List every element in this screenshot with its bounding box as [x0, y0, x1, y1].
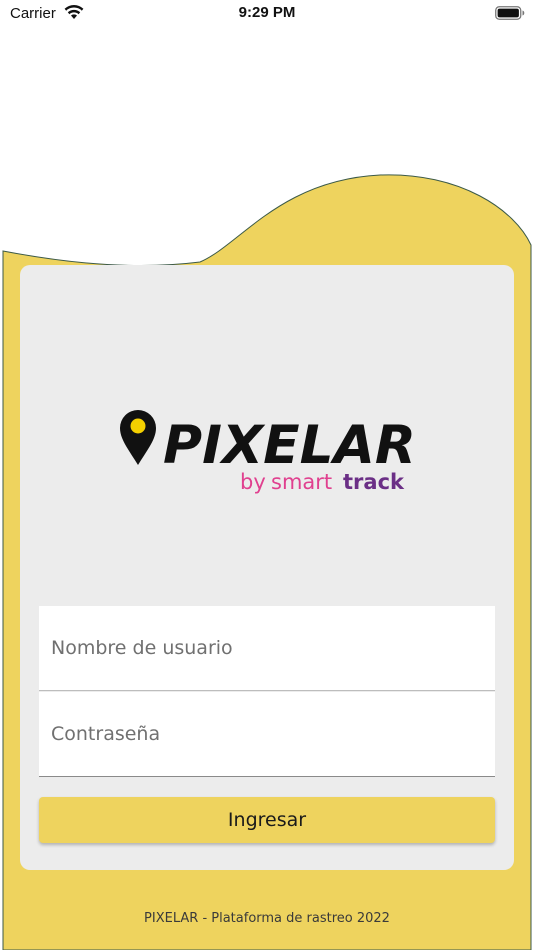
logo-wordmark: PIXELAR	[163, 415, 416, 476]
battery-icon	[495, 6, 525, 20]
login-card: PIXELAR by smart track Ingresar	[20, 265, 514, 870]
pixelar-logo: PIXELAR by smart track	[120, 410, 416, 494]
login-button[interactable]: Ingresar	[39, 797, 495, 843]
status-bar: Carrier 9:29 PM	[0, 0, 534, 28]
username-input[interactable]	[39, 606, 495, 690]
footer-text: PIXELAR - Plataforma de rastreo 2022	[144, 911, 390, 926]
clock: 9:29 PM	[238, 4, 296, 21]
password-field-container	[39, 692, 495, 777]
password-input[interactable]	[39, 692, 495, 776]
logo-smart: smart	[271, 470, 332, 494]
login-screen: Carrier 9:29 PM PIXELAR by smart track N…	[0, 0, 534, 950]
username-field-container	[39, 606, 495, 691]
map-pin-icon	[120, 410, 156, 465]
logo-track: track	[343, 470, 405, 494]
logo-by: by	[240, 470, 266, 494]
